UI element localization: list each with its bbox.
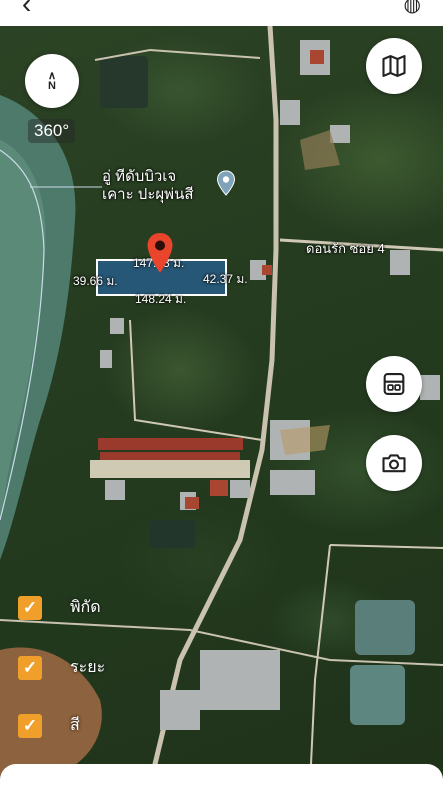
layer-label: พิกัด — [70, 599, 101, 616]
bottom-sheet[interactable] — [0, 764, 443, 785]
layer-toggle-distance[interactable]: ✓ ระยะ — [18, 655, 105, 680]
back-arrow-icon[interactable]: ‹ — [22, 0, 31, 20]
layer-label: สี — [70, 717, 80, 734]
map-icon — [382, 55, 406, 77]
map-type-button[interactable] — [366, 38, 422, 94]
rotation-label: 360° — [28, 119, 76, 143]
road-label: ดอนรัก ซอย 4 — [306, 241, 385, 256]
checkbox-checked-icon[interactable]: ✓ — [18, 713, 42, 738]
poi-name-line1: อู่ ทีดับบิวเจ — [102, 168, 177, 185]
plot-bottom-length: 148.24 ม. — [135, 292, 187, 306]
compass-north-label: N — [48, 80, 56, 92]
layer-toggle-color[interactable]: ✓ สี — [18, 713, 80, 738]
plot-right-length: 42.37 ม. — [203, 272, 248, 286]
poi-label[interactable]: อู่ ทีดับบิวเจ เคาะ ปะผุพ่นสี — [102, 168, 193, 204]
save-icon — [383, 373, 405, 395]
layer-label: ระยะ — [70, 659, 106, 676]
location-pin-icon[interactable] — [146, 232, 174, 274]
save-button[interactable] — [366, 356, 422, 412]
poi-pin-icon[interactable] — [216, 170, 236, 196]
checkbox-checked-icon[interactable]: ✓ — [18, 655, 42, 680]
plot-left-length: 39.66 ม. — [73, 274, 118, 288]
checkbox-checked-icon[interactable]: ✓ — [18, 595, 42, 620]
layer-toggle-coordinates[interactable]: ✓ พิกัด — [18, 595, 101, 620]
camera-button[interactable] — [366, 435, 422, 491]
compass-button[interactable]: ∧ N — [25, 54, 79, 108]
top-app-bar: ‹ ◍ — [0, 0, 443, 26]
camera-icon — [382, 454, 406, 473]
globe-icon[interactable]: ◍ — [404, 0, 421, 17]
poi-name-line2: เคาะ ปะผุพ่นสี — [102, 186, 194, 203]
